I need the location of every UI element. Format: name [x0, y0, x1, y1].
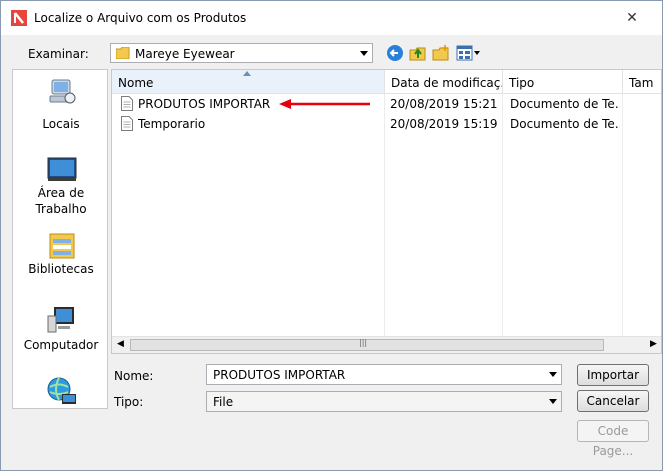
lookin-label: Examinar: [28, 47, 89, 61]
chevron-down-icon[interactable] [549, 399, 557, 404]
back-icon[interactable] [386, 44, 404, 62]
import-button[interactable]: Importar [577, 364, 649, 386]
file-row[interactable]: Temporario 20/08/2019 15:19 Documento de… [112, 114, 661, 134]
text-file-icon [121, 96, 133, 111]
sort-ascending-icon [243, 71, 251, 76]
up-folder-icon[interactable] [409, 44, 427, 62]
filename-label: Nome: [114, 369, 154, 383]
chevron-down-icon[interactable] [549, 372, 557, 377]
recent-places-icon [49, 79, 76, 104]
column-header-size[interactable]: Tam [623, 70, 661, 94]
scroll-left-icon[interactable]: ◀ [117, 339, 124, 349]
file-open-dialog: Localize o Arquivo com os Produtos ✕ Exa… [0, 0, 663, 471]
new-folder-icon[interactable] [432, 44, 450, 62]
column-header-label: Nome [118, 76, 154, 90]
column-header-type[interactable]: Tipo [503, 70, 623, 94]
file-date: 20/08/2019 15:19 [390, 117, 498, 131]
filetype-label: Tipo: [114, 395, 144, 409]
file-date: 20/08/2019 15:21 [390, 97, 498, 111]
file-name: PRODUTOS IMPORTAR [138, 97, 271, 111]
column-header-label: Data de modificaç... [391, 76, 503, 90]
place-label: Locais [42, 117, 80, 131]
filename-value: PRODUTOS IMPORTAR [213, 368, 346, 382]
places-bar: Locais Área de Trabalho Bibliotecas Comp… [12, 69, 108, 409]
place-label: Bibliotecas [28, 262, 94, 276]
column-header-name[interactable]: Nome [112, 70, 385, 94]
filetype-select[interactable]: File [206, 391, 562, 412]
filename-input[interactable]: PRODUTOS IMPORTAR [206, 364, 562, 385]
window-title: Localize o Arquivo com os Produtos [34, 11, 247, 25]
column-divider [384, 94, 385, 336]
app-logo-icon [11, 10, 27, 26]
column-divider [502, 94, 503, 336]
file-name: Temporario [138, 117, 206, 131]
annotation-arrow-icon [279, 99, 370, 109]
place-label: Área de Trabalho [35, 186, 87, 216]
column-header-label: Tam [629, 76, 654, 90]
network-icon [47, 377, 76, 404]
scrollbar-thumb[interactable]: ||| [130, 338, 604, 351]
file-list[interactable]: Nome Data de modificaç... Tipo Tam PRODU… [111, 69, 662, 354]
lookin-select[interactable]: Mareye Eyewear [110, 43, 373, 63]
file-type: Documento de Te... [510, 97, 620, 111]
column-header-label: Tipo [509, 76, 535, 90]
chevron-down-icon[interactable] [360, 51, 368, 56]
close-button[interactable]: ✕ [621, 10, 643, 26]
desktop-icon [47, 157, 77, 181]
title-bar: Localize o Arquivo com os Produtos ✕ [1, 1, 662, 35]
libraries-icon [49, 233, 75, 259]
file-type: Documento de Te... [510, 117, 620, 131]
view-menu-icon[interactable] [456, 44, 482, 62]
horizontal-scrollbar[interactable]: ◀ ||| ▶ [112, 336, 661, 353]
grip-icon: ||| [359, 338, 368, 347]
file-row[interactable]: PRODUTOS IMPORTAR 20/08/2019 15:21 Docum… [112, 94, 661, 114]
text-file-icon [121, 116, 133, 131]
folder-icon [116, 47, 130, 59]
place-label: Computador [23, 338, 99, 352]
column-divider [622, 94, 623, 336]
computer-icon [47, 307, 74, 333]
code-page-button[interactable]: Code Page... [577, 420, 649, 458]
lookin-value: Mareye Eyewear [135, 47, 235, 61]
scroll-right-icon[interactable]: ▶ [650, 339, 657, 349]
column-header-date[interactable]: Data de modificaç... [385, 70, 503, 94]
filetype-value: File [213, 395, 234, 409]
cancel-button[interactable]: Cancelar [577, 390, 649, 412]
